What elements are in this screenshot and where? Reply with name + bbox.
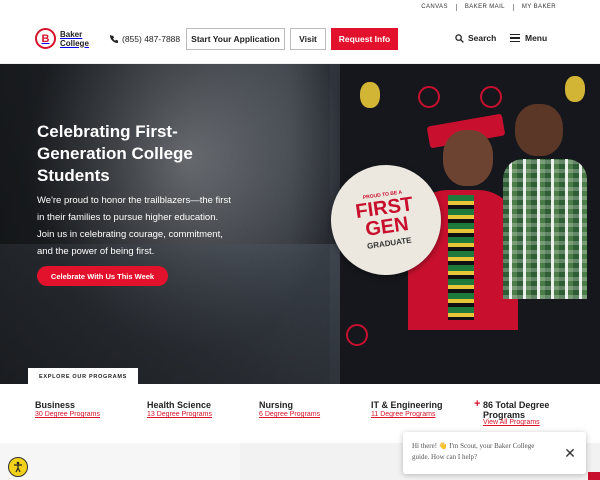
utility-link-my-baker[interactable]: MY BAKER (522, 4, 556, 10)
chat-popup[interactable]: Hi there! 👋 I'm Scout, your Baker Colleg… (403, 432, 586, 474)
hero-body: We're proud to honor the trailblazers—th… (37, 195, 231, 257)
menu-button[interactable]: Menu (510, 33, 547, 43)
chat-message: Hi there! 👋 I'm Scout, your Baker Colleg… (412, 442, 535, 461)
program-link[interactable]: 11 Degree Programs (371, 410, 443, 419)
utility-link-canvas[interactable]: CANVAS (421, 4, 448, 10)
search-label: Search (468, 33, 497, 43)
kente-stole (448, 195, 474, 320)
program-it-engineering: IT & Engineering 11 Degree Programs (371, 400, 443, 419)
explore-programs-tab: EXPLORE OUR PROGRAMS (28, 368, 138, 385)
child-head (515, 104, 563, 156)
site-logo[interactable]: B Baker College (35, 28, 92, 49)
phone-icon (110, 35, 118, 43)
visit-button[interactable]: Visit (290, 28, 326, 50)
program-link[interactable]: 30 Degree Programs (35, 410, 100, 419)
menu-label: Menu (525, 33, 548, 43)
logo-mark-icon: B (35, 28, 56, 49)
program-nursing: Nursing 6 Degree Programs (259, 400, 321, 419)
accessibility-figure-icon (14, 461, 22, 473)
program-link[interactable]: 13 Degree Programs (147, 410, 212, 419)
program-link[interactable]: 6 Degree Programs (259, 410, 320, 419)
program-health-science: Health Science 13 Degree Programs (147, 400, 212, 419)
view-all-programs-link[interactable]: View All Programs (483, 419, 563, 426)
chat-launcher[interactable] (588, 472, 600, 480)
search-button[interactable]: Search (455, 33, 496, 43)
close-icon[interactable]: ✕ (563, 445, 577, 461)
backdrop-logo-icon (346, 324, 368, 346)
search-icon (455, 33, 464, 43)
graduate-head (443, 130, 493, 186)
mascot-icon (565, 76, 585, 102)
utility-bar: CANVAS BAKER MAIL MY BAKER (0, 0, 600, 14)
next-section-panel (0, 443, 240, 480)
hamburger-icon (510, 34, 520, 42)
celebrate-button[interactable]: Celebrate With Us This Week (37, 266, 168, 286)
phone-link[interactable]: (855) 487-7888 (110, 34, 180, 44)
accessibility-icon[interactable] (8, 457, 28, 477)
divider (512, 3, 514, 11)
hero-title: Celebrating First-Generation College Stu… (37, 122, 193, 185)
site-header: B Baker College (855) 487-7888 Start You… (0, 14, 600, 64)
plaid-shirt (503, 159, 587, 299)
child-photo (495, 104, 595, 324)
plus-icon: + (474, 398, 481, 410)
start-application-button[interactable]: Start Your Application (186, 28, 285, 50)
request-info-button[interactable]: Request Info (331, 28, 398, 50)
program-business: Business 30 Degree Programs (35, 400, 100, 419)
phone-number: (855) 487-7888 (122, 34, 181, 44)
utility-link-baker-mail[interactable]: BAKER MAIL (465, 4, 505, 10)
divider (455, 3, 457, 11)
mascot-icon (360, 82, 380, 108)
logo-text: Baker College (60, 29, 89, 48)
